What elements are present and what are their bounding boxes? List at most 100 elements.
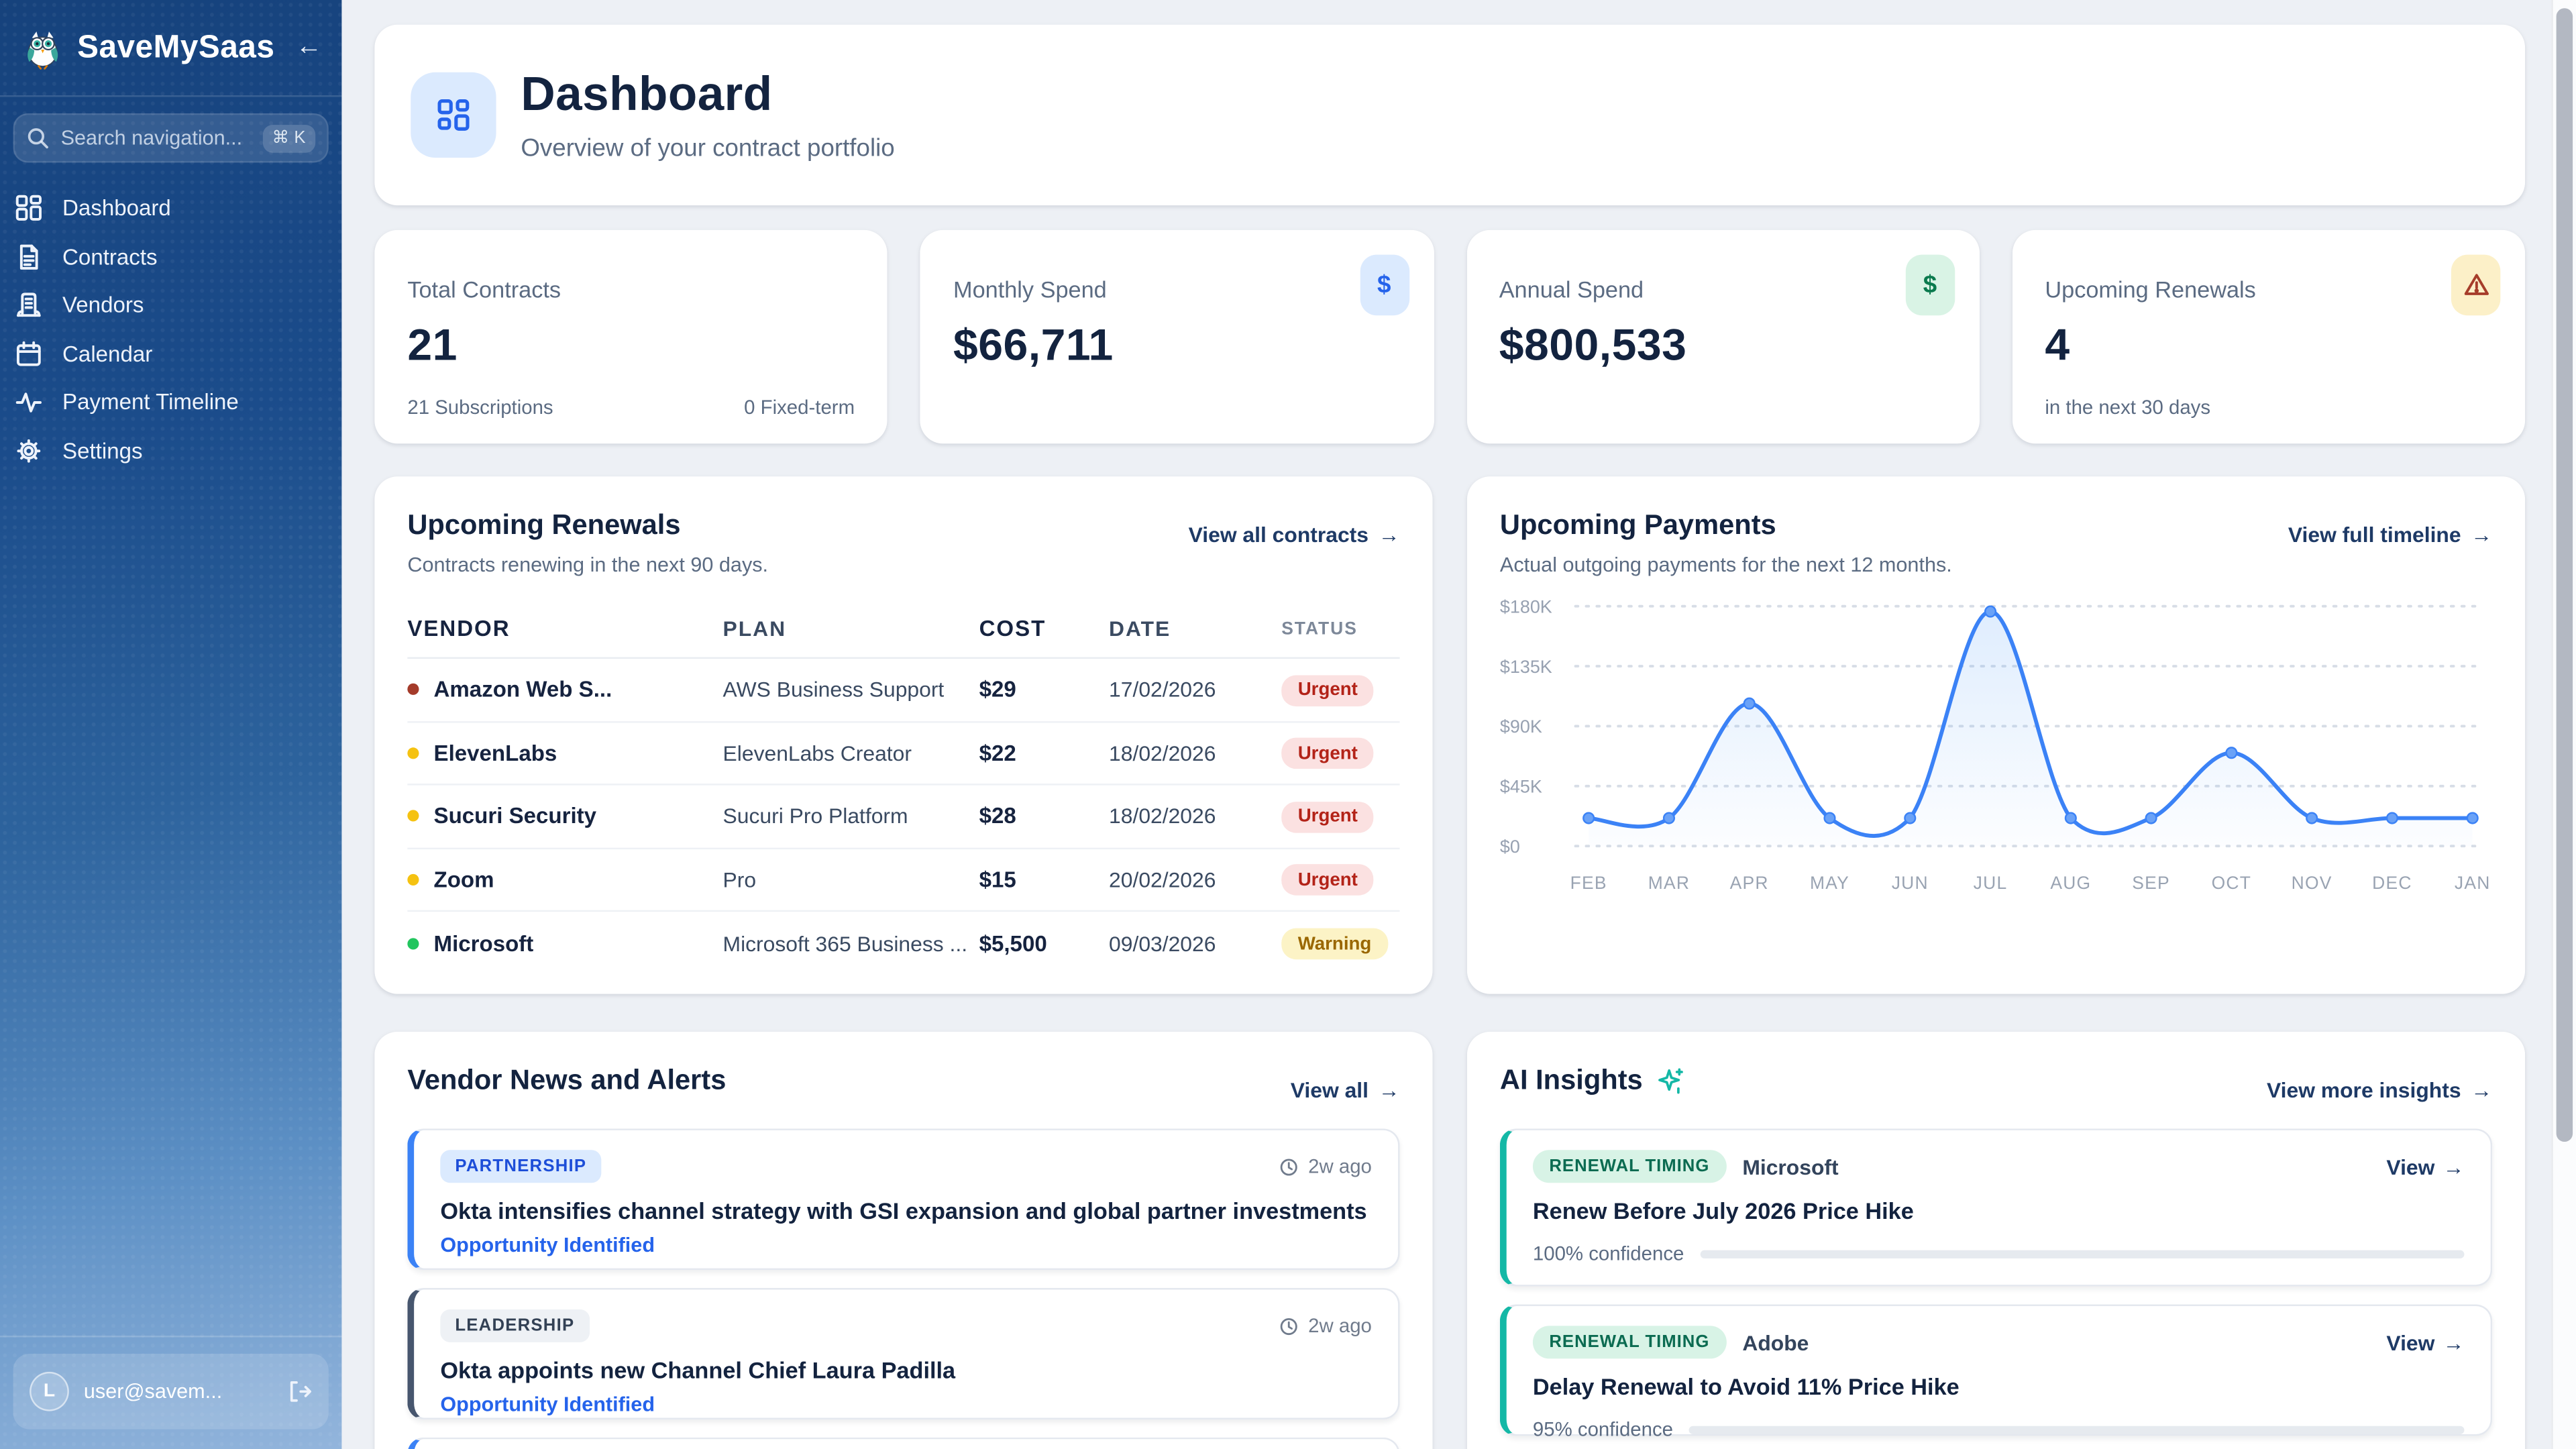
user-card[interactable]: L user@savem...: [13, 1354, 329, 1430]
renewals-subtitle: Contracts renewing in the next 90 days.: [407, 553, 768, 576]
confidence-bar: [1690, 1425, 2465, 1433]
news-item[interactable]: LEADERSHIP 2w ago Okta appoints new Chan…: [407, 1288, 1399, 1419]
col-cost: COST: [979, 616, 1109, 641]
arrow-right-icon: →: [2471, 523, 2492, 547]
insight-view-link[interactable]: View→: [2386, 1330, 2464, 1354]
table-row[interactable]: Microsoft Microsoft 365 Business ... $5,…: [407, 912, 1399, 976]
payments-subtitle: Actual outgoing payments for the next 12…: [1500, 553, 1952, 576]
view-all-contracts-link[interactable]: View all contracts→: [1189, 523, 1400, 547]
sidebar-item-payment-timeline[interactable]: Payment Timeline: [0, 378, 341, 426]
sidebar-item-vendors[interactable]: Vendors: [0, 281, 341, 329]
opportunity-link[interactable]: Opportunity Identified: [440, 1393, 1372, 1416]
table-row[interactable]: Zoom Pro $15 20/02/2026 Urgent: [407, 849, 1399, 913]
upcoming-renewals-card: Upcoming Renewals Contracts renewing in …: [374, 476, 1432, 994]
main-content: Dashboard Overview of your contract port…: [341, 0, 2576, 1449]
middle-row: Upcoming Renewals Contracts renewing in …: [374, 476, 2525, 994]
renewals-note: in the next 30 days: [2045, 396, 2210, 419]
svg-text:AUG: AUG: [2050, 873, 2091, 893]
view-full-timeline-link[interactable]: View full timeline→: [2288, 523, 2492, 547]
confidence-bar: [1701, 1249, 2465, 1257]
insight-item[interactable]: RENEWAL TIMING Adobe View→ Delay Renewal…: [1500, 1304, 2492, 1436]
news-item[interactable]: PARTNERSHIP 2w ago Okta intensifies chan…: [407, 1128, 1399, 1270]
search-input[interactable]: Search navigation... ⌘ K: [13, 113, 329, 162]
calendar-icon: [15, 339, 43, 368]
search-placeholder: Search navigation...: [61, 127, 243, 150]
news-item-partial[interactable]: [407, 1438, 1399, 1449]
svg-text:$135K: $135K: [1500, 657, 1552, 677]
status-badge: Urgent: [1281, 738, 1374, 769]
view-all-news-link[interactable]: View all→: [1291, 1078, 1400, 1103]
news-headline: Okta intensifies channel strategy with G…: [440, 1197, 1372, 1224]
col-vendor: VENDOR: [407, 616, 722, 641]
search-shortcut-badge: ⌘ K: [262, 124, 315, 152]
stat-card-upcoming-renewals: Upcoming Renewals 4 in the next 30 days: [2012, 230, 2525, 443]
cost-cell: $15: [979, 867, 1109, 892]
cost-cell: $22: [979, 741, 1109, 765]
scrollbar-thumb[interactable]: [2555, 8, 2571, 1142]
stat-value: $800,533: [1499, 321, 1947, 372]
table-header-row: VENDOR PLAN COST DATE STATUS: [407, 600, 1399, 659]
sidebar-item-settings[interactable]: Settings: [0, 427, 341, 475]
subscriptions-count: 21 Subscriptions: [407, 396, 553, 419]
arrow-right-icon: →: [1379, 523, 1400, 547]
vendor-news-card: Vendor News and Alerts View all→ PARTNER…: [374, 1032, 1432, 1449]
col-status: STATUS: [1281, 619, 1399, 638]
stat-label: Annual Spend: [1499, 276, 1947, 302]
sidebar-collapse-button[interactable]: ←: [296, 34, 322, 60]
status-badge: Warning: [1281, 929, 1388, 961]
avatar: L: [30, 1372, 69, 1411]
sparkles-icon: [1656, 1066, 1685, 1095]
cost-cell: $29: [979, 678, 1109, 702]
document-icon: [15, 243, 43, 271]
col-date: DATE: [1109, 616, 1281, 641]
svg-text:NOV: NOV: [2292, 873, 2332, 893]
search-icon: [26, 127, 49, 150]
brand-row: SaveMySaas ←: [0, 0, 341, 97]
gear-icon: [15, 437, 43, 465]
scrollbar-track[interactable]: [2551, 0, 2576, 1449]
status-badge: Urgent: [1281, 801, 1374, 833]
opportunity-link[interactable]: Opportunity Identified: [440, 1234, 1372, 1256]
news-category-badge: PARTNERSHIP: [440, 1150, 601, 1183]
vendor-status-dot: [407, 811, 419, 822]
date-cell: 18/02/2026: [1109, 804, 1281, 829]
insight-view-link[interactable]: View→: [2386, 1154, 2464, 1179]
dashboard-icon: [15, 195, 43, 223]
sidebar-item-label: Dashboard: [62, 196, 171, 221]
confidence-label: 95% confidence: [1533, 1417, 1673, 1440]
payments-chart: $180K$135K$90K$45K$0FEBMARAPRMAYJUNJULAU…: [1500, 586, 2489, 922]
view-more-insights-link[interactable]: View more insights→: [2267, 1078, 2492, 1103]
table-row[interactable]: Sucuri Security Sucuri Pro Platform $28 …: [407, 786, 1399, 849]
stat-label: Upcoming Renewals: [2045, 276, 2492, 302]
plan-cell: Pro: [723, 867, 979, 892]
sidebar-footer: L user@savem...: [0, 1336, 341, 1449]
sidebar: SaveMySaas ← Search navigation... ⌘ K Da…: [0, 0, 341, 1449]
sidebar-item-label: Calendar: [62, 341, 152, 366]
vendor-status-dot: [407, 874, 419, 885]
insight-item[interactable]: RENEWAL TIMING Microsoft View→ Renew Bef…: [1500, 1128, 2492, 1286]
owl-logo: [19, 25, 66, 71]
insight-headline: Renew Before July 2026 Price Hike: [1533, 1197, 2465, 1224]
status-badge: Urgent: [1281, 865, 1374, 896]
cost-cell: $5,500: [979, 932, 1109, 957]
svg-text:$0: $0: [1500, 837, 1520, 857]
sidebar-item-label: Vendors: [62, 293, 144, 318]
renewals-title: Upcoming Renewals: [407, 509, 768, 542]
table-row[interactable]: ElevenLabs ElevenLabs Creator $22 18/02/…: [407, 722, 1399, 786]
stat-cards-row: Total Contracts 21 21 Subscriptions 0 Fi…: [374, 230, 2525, 443]
sidebar-item-calendar[interactable]: Calendar: [0, 329, 341, 378]
sidebar-item-contracts[interactable]: Contracts: [0, 233, 341, 281]
svg-text:MAY: MAY: [1810, 873, 1849, 893]
plan-cell: ElevenLabs Creator: [723, 741, 979, 765]
stat-value: 4: [2045, 321, 2492, 372]
table-row[interactable]: Amazon Web S... AWS Business Support $29…: [407, 659, 1399, 722]
svg-text:FEB: FEB: [1570, 873, 1607, 893]
arrow-right-icon: →: [1379, 1078, 1400, 1103]
sidebar-item-dashboard[interactable]: Dashboard: [0, 184, 341, 232]
insight-vendor: Microsoft: [1742, 1154, 1838, 1179]
vendor-status-dot: [407, 747, 419, 759]
logout-icon[interactable]: [286, 1379, 312, 1405]
confidence-label: 100% confidence: [1533, 1242, 1684, 1265]
stat-card-annual-spend: Annual Spend $800,533 $: [1466, 230, 1980, 443]
ai-insights-card: AI Insights View more insights→: [1467, 1032, 2525, 1449]
